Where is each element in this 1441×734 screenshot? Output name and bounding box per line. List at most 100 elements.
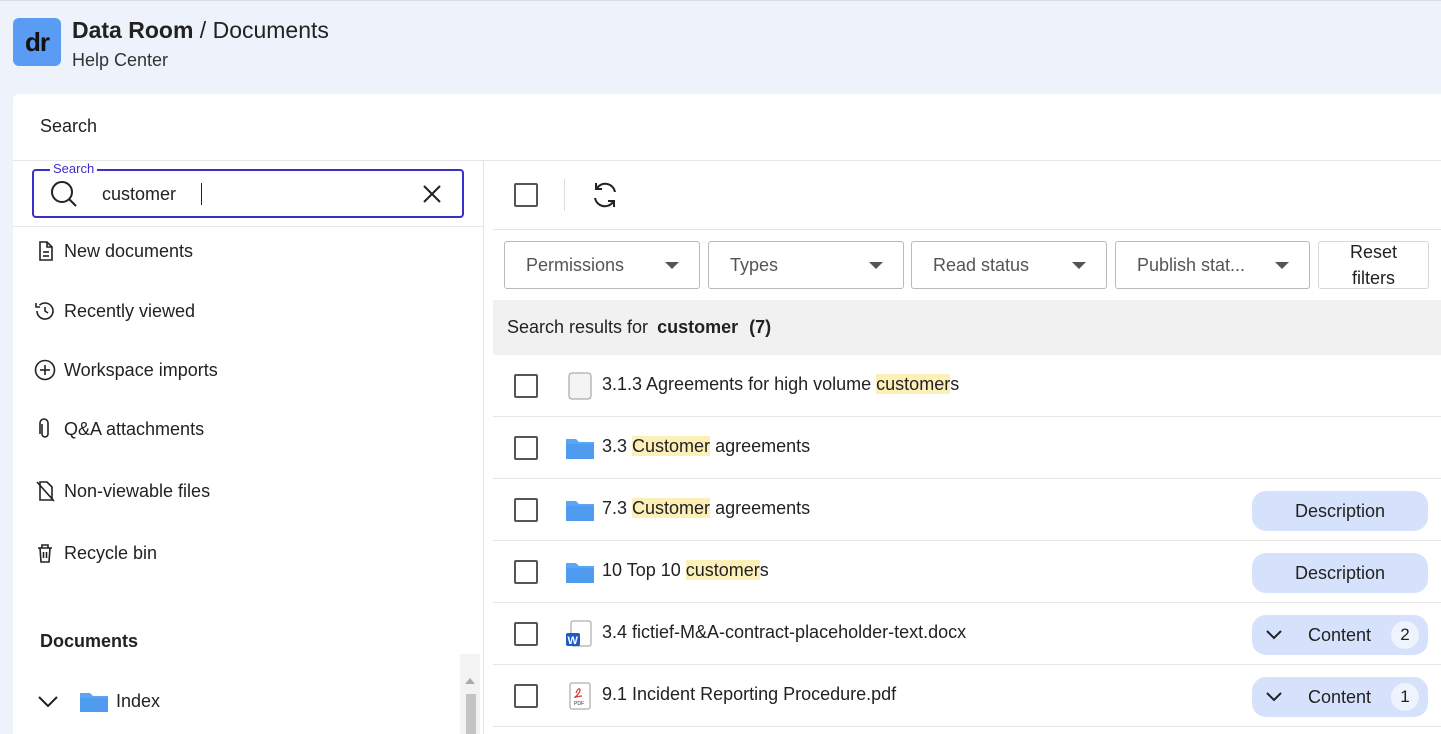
trash-icon	[33, 541, 57, 565]
row-name-pre: 3.4 fictief-M&A-contract-placeholder-tex…	[602, 622, 967, 642]
tree-item-label: Index	[116, 690, 161, 711]
app-header: dr Data Room / Documents Help Center	[0, 0, 1441, 94]
table-row[interactable]: 7.3 Customer agreements Description	[493, 479, 1441, 541]
row-checkbox[interactable]	[514, 622, 538, 646]
content-matches-button[interactable]: Content 1	[1252, 677, 1428, 717]
panel-title: Search	[40, 116, 98, 136]
scrollbar[interactable]	[460, 654, 480, 734]
select-all-checkbox[interactable]	[514, 183, 538, 207]
breadcrumb: Data Room / Documents	[72, 17, 329, 44]
row-name-post: s	[950, 374, 960, 394]
filter-label: Publish stat...	[1137, 255, 1246, 275]
nav-label: Non-viewable files	[64, 480, 211, 501]
scrollbar-thumb[interactable]	[466, 694, 476, 734]
divider	[564, 179, 565, 211]
chevron-down-icon	[1266, 630, 1282, 640]
pill-label: Content	[1308, 686, 1372, 707]
description-button[interactable]: Description	[1252, 491, 1428, 531]
match-count-badge: 1	[1391, 683, 1419, 711]
close-icon[interactable]	[420, 182, 444, 206]
row-name-pre: 3.1.3 Agreements for high volume	[602, 374, 877, 394]
tree-item-index[interactable]: Index	[37, 686, 160, 716]
types-filter[interactable]: Types	[708, 241, 904, 289]
publish-status-filter[interactable]: Publish stat...	[1115, 241, 1310, 289]
plus-circle-icon	[33, 358, 57, 382]
table-row[interactable]: 10 Top 10 customers Description	[493, 541, 1441, 603]
pill-label: Description	[1294, 500, 1386, 521]
row-name-pre: 9.1 Incident Reporting Procedure.pdf	[602, 684, 897, 704]
read-status-filter[interactable]: Read status	[911, 241, 1107, 289]
nav-new-documents[interactable]: New documents	[33, 236, 193, 266]
breadcrumb-separator: /	[193, 17, 213, 43]
nav-label: Q&A attachments	[64, 418, 205, 439]
document-icon	[568, 372, 592, 400]
content-matches-button[interactable]: Content 2	[1252, 615, 1428, 655]
nav-label: Recently viewed	[64, 300, 196, 321]
nav-workspace-imports[interactable]: Workspace imports	[33, 355, 218, 385]
match-count-badge: 2	[1391, 621, 1419, 649]
reset-label-line2: filters	[1351, 268, 1395, 288]
nav-non-viewable-files[interactable]: Non-viewable files	[33, 476, 210, 506]
table-row[interactable]: 3.3 Customer agreements	[493, 417, 1441, 479]
row-name[interactable]: 3.3 Customer agreements	[602, 436, 810, 457]
breadcrumb-documents: Documents	[212, 17, 329, 43]
nav-label: New documents	[64, 240, 194, 261]
divider	[13, 226, 483, 227]
row-checkbox[interactable]	[514, 684, 538, 708]
pill-label: Content	[1308, 624, 1372, 645]
nav-label: Workspace imports	[64, 359, 218, 380]
search-highlight: customer	[685, 560, 760, 580]
results-area: Permissions Types Read status Publish st…	[493, 161, 1441, 734]
chevron-down-icon[interactable]	[37, 694, 59, 708]
row-checkbox[interactable]	[514, 436, 538, 460]
word-file-icon: W	[566, 620, 592, 647]
search-highlight: customer	[876, 374, 951, 394]
nav-label: Recycle bin	[64, 542, 158, 563]
row-name[interactable]: 7.3 Customer agreements	[602, 498, 810, 519]
svg-text:PDF: PDF	[574, 701, 584, 707]
nav-recently-viewed[interactable]: Recently viewed	[33, 296, 195, 326]
results-count: (7)	[749, 317, 772, 337]
row-name[interactable]: 3.4 fictief-M&A-contract-placeholder-tex…	[602, 622, 966, 643]
breadcrumb-data-room[interactable]: Data Room	[72, 17, 193, 43]
nav-qa-attachments[interactable]: Q&A attachments	[33, 414, 204, 444]
row-name-pre: 7.3	[602, 498, 633, 518]
app-logo[interactable]: dr	[13, 18, 61, 66]
row-name[interactable]: 9.1 Incident Reporting Procedure.pdf	[602, 684, 896, 705]
search-field[interactable]: Search	[32, 161, 464, 218]
row-checkbox[interactable]	[514, 498, 538, 522]
paperclip-icon	[33, 417, 57, 441]
text-caret	[201, 183, 202, 205]
results-query: customer	[657, 317, 739, 337]
row-name-post: s	[759, 560, 769, 580]
row-checkbox[interactable]	[514, 560, 538, 584]
scroll-up-icon[interactable]	[460, 674, 480, 688]
table-row[interactable]: W 3.4 fictief-M&A-contract-placeholder-t…	[493, 603, 1441, 665]
row-name[interactable]: 10 Top 10 customers	[602, 560, 769, 581]
dropdown-arrow-icon	[665, 262, 679, 269]
results-summary: Search results for customer (7)	[493, 300, 1441, 355]
row-name[interactable]: 3.1.3 Agreements for high volume custome…	[602, 374, 959, 395]
search-panel: Search Search New documents	[13, 94, 1441, 734]
refresh-icon[interactable]	[590, 180, 620, 210]
dropdown-arrow-icon	[1072, 262, 1086, 269]
folder-icon	[566, 501, 594, 521]
svg-text:W: W	[568, 635, 579, 647]
row-name-post: agreements	[710, 436, 811, 456]
search-icon	[51, 181, 77, 207]
row-name-pre: 3.3	[602, 436, 633, 456]
dropdown-arrow-icon	[869, 262, 883, 269]
nav-recycle-bin[interactable]: Recycle bin	[33, 538, 157, 568]
permissions-filter[interactable]: Permissions	[504, 241, 700, 289]
table-row[interactable]: PDF 9.1 Incident Reporting Procedure.pdf…	[493, 665, 1441, 727]
row-name-pre: 10 Top 10	[602, 560, 686, 580]
filter-label: Read status	[933, 255, 1030, 275]
row-checkbox[interactable]	[514, 374, 538, 398]
history-icon	[33, 299, 57, 323]
reset-filters-button[interactable]: Reset filters	[1318, 241, 1429, 289]
filter-label: Permissions	[526, 255, 625, 275]
description-button[interactable]: Description	[1252, 553, 1428, 593]
pdf-file-icon: PDF	[569, 682, 591, 710]
table-row[interactable]: 3.1.3 Agreements for high volume custome…	[493, 355, 1441, 417]
search-input[interactable]	[102, 181, 402, 207]
